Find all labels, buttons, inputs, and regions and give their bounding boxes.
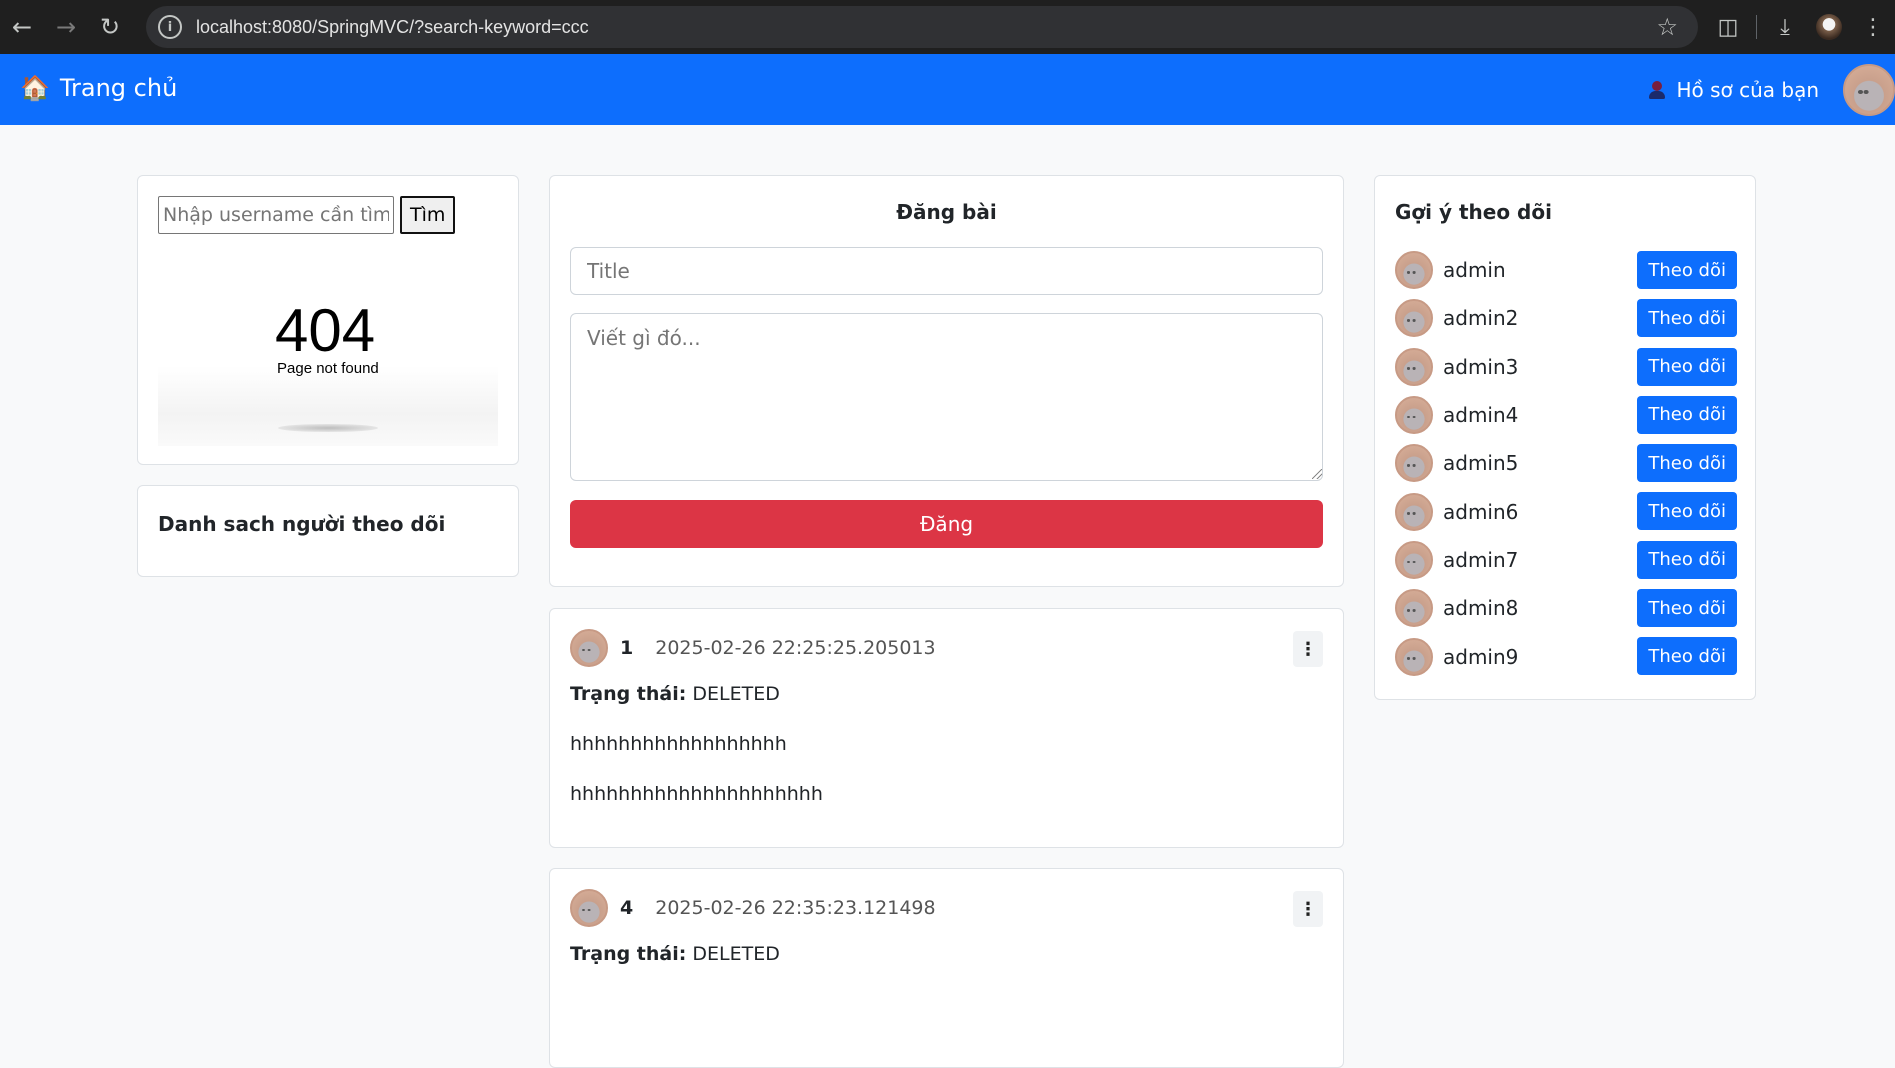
suggestion-username[interactable]: admin5 [1443,451,1518,475]
home-link-label: Trang chủ [59,74,178,102]
follow-button[interactable]: Theo dõi [1637,540,1737,579]
not-found-illustration [158,366,498,446]
reload-icon[interactable]: ↻ [88,5,132,49]
error-text: Page not found [277,360,379,377]
post-composer: Đăng bài Đăng [549,175,1344,587]
suggestion-avatar[interactable] [1395,251,1433,290]
post-title-input[interactable] [570,247,1323,295]
follow-button[interactable]: Theo dõi [1637,589,1737,628]
suggestions-title: Gợi ý theo dõi [1395,200,1552,224]
suggestion-username[interactable]: admin7 [1443,548,1518,572]
post-options-icon[interactable]: ⋮ [1293,891,1323,927]
suggestion-avatar[interactable] [1395,347,1433,386]
suggestion-item: admin6 Theo dõi [1395,487,1737,535]
site-info-icon[interactable]: i [158,15,182,39]
follow-button[interactable]: Theo dõi [1637,637,1737,676]
post-title: hhhhhhhhhhhhhhhhhh [570,733,787,755]
follow-button[interactable]: Theo dõi [1637,251,1737,289]
profile-link[interactable]: Hồ sơ của bạn [1648,78,1819,102]
follow-button[interactable]: Theo dõi [1637,347,1737,386]
browser-actions: ◫ ⤓ ⋮ [1706,0,1895,54]
post-status: Trạng thái: DELETED [570,683,780,705]
suggestion-avatar[interactable] [1395,444,1433,483]
suggestion-username[interactable]: admin3 [1443,355,1518,379]
browser-menu-icon[interactable]: ⋮ [1851,5,1895,49]
error-shadow [278,424,378,432]
suggestion-avatar[interactable] [1395,540,1433,579]
username-search-input[interactable] [158,196,394,234]
followers-title: Danh sach người theo dõi [158,512,446,536]
post-status-label: Trạng thái: [570,683,687,705]
suggestion-username[interactable]: admin4 [1443,403,1518,427]
search-button[interactable]: Tìm [400,196,456,234]
suggestion-username[interactable]: admin6 [1443,500,1518,524]
bookmark-star-icon[interactable]: ☆ [1656,13,1678,41]
house-icon: 🏠 [20,74,50,102]
suggestion-item: admin5 Theo dõi [1395,439,1737,487]
post-timestamp: 2025-02-26 22:25:25.205013 [655,637,936,659]
home-link[interactable]: 🏠 Trang chủ [20,74,177,102]
suggestion-item: admin3 Theo dõi [1395,343,1737,391]
suggestion-item: admin7 Theo dõi [1395,536,1737,584]
forward-arrow-icon[interactable]: → [44,5,88,49]
suggestion-username[interactable]: admin9 [1443,645,1518,669]
post-id: 4 [620,897,634,919]
suggestion-avatar[interactable] [1395,492,1433,531]
suggestion-avatar[interactable] [1395,589,1433,628]
suggestion-item: admin4 Theo dõi [1395,391,1737,439]
suggestion-username[interactable]: admin8 [1443,596,1518,620]
extensions-icon[interactable]: ◫ [1706,5,1750,49]
browser-toolbar: ← → ↻ i localhost:8080/SpringMVC/?search… [0,0,1895,54]
post-id: 1 [620,637,634,659]
follow-button[interactable]: Theo dõi [1637,492,1737,531]
app-navbar: 🏠 Trang chủ Hồ sơ của bạn [0,54,1895,125]
address-bar[interactable]: i localhost:8080/SpringMVC/?search-keywo… [146,6,1698,48]
suggestion-item: admin8 Theo dõi [1395,584,1737,632]
post-content-textarea[interactable] [570,313,1323,481]
download-icon[interactable]: ⤓ [1763,5,1807,49]
suggestion-username[interactable]: admin [1443,258,1506,282]
profile-link-label: Hồ sơ của bạn [1676,77,1819,102]
followers-card: Danh sach người theo dõi [137,485,519,577]
suggestion-avatar[interactable] [1395,396,1433,435]
submit-post-button[interactable]: Đăng [570,500,1323,548]
back-arrow-icon[interactable]: ← [0,5,44,49]
user-search-card: Tìm 404 Page not found [137,175,519,465]
toolbar-divider [1756,15,1757,39]
post-card: 4 2025-02-26 22:35:23.121498 ⋮ Trạng thá… [549,868,1344,1068]
post-status-value: DELETED [692,683,780,705]
address-url[interactable]: localhost:8080/SpringMVC/?search-keyword… [196,17,589,38]
follow-button[interactable]: Theo dõi [1637,299,1737,338]
post-card: 1 2025-02-26 22:25:25.205013 ⋮ Trạng thá… [549,608,1344,848]
composer-title: Đăng bài [896,200,997,224]
post-author-avatar[interactable] [570,889,608,927]
suggestion-avatar[interactable] [1395,637,1433,676]
follow-suggestions-card: Gợi ý theo dõi admin Theo dõi admin2 Theo d… [1374,175,1756,700]
post-timestamp: 2025-02-26 22:35:23.121498 [655,897,936,919]
suggestion-item: admin2 Theo dõi [1395,294,1737,342]
suggestion-username[interactable]: admin2 [1443,306,1518,330]
suggestion-item: admin Theo dõi [1395,246,1737,294]
follow-button[interactable]: Theo dõi [1637,444,1737,483]
post-author-avatar[interactable] [570,629,608,667]
follow-button[interactable]: Theo dõi [1637,395,1737,434]
user-avatar[interactable] [1843,63,1895,116]
suggestions-list: admin Theo dõi admin2 Theo dõi admin3 Theo dõ… [1395,246,1737,681]
suggestion-item: admin9 Theo dõi [1395,632,1737,680]
error-code: 404 [275,297,376,364]
suggestion-avatar[interactable] [1395,299,1433,338]
person-icon [1648,80,1666,99]
post-options-icon[interactable]: ⋮ [1293,631,1323,667]
resize-handle-icon[interactable] [1312,469,1322,479]
profile-avatar[interactable] [1807,5,1851,49]
post-body: hhhhhhhhhhhhhhhhhhhhh [570,783,823,805]
